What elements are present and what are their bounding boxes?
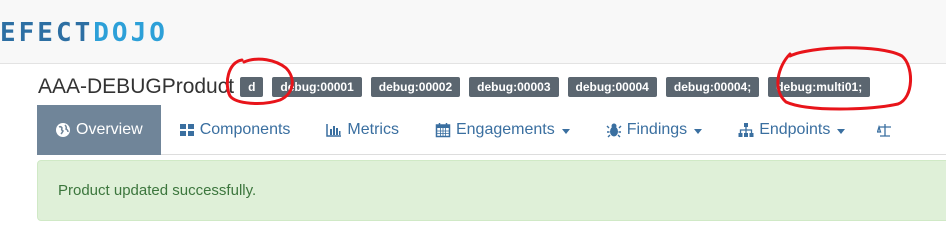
logo-text-part2: DOJO — [93, 18, 168, 48]
tab-endpoints[interactable]: Endpoints — [720, 105, 863, 155]
product-tag[interactable]: debug:00001 — [272, 77, 362, 97]
tab-label: Endpoints — [759, 121, 831, 138]
th-large-icon — [179, 122, 195, 138]
top-navbar: EFECT DOJO — [0, 0, 946, 64]
tab-components[interactable]: Components — [161, 105, 309, 155]
product-title-row: AAA-DEBUGProduct d debug:00001 debug:000… — [38, 72, 879, 102]
logo-text-part1: EFECT — [0, 18, 94, 48]
product-name: AAA-DEBUGProduct — [38, 75, 235, 98]
tab-label: Overview — [76, 121, 143, 138]
tab-findings[interactable]: Findings — [588, 105, 720, 155]
balance-scale-icon — [876, 122, 893, 138]
tab-overview[interactable]: Overview — [37, 105, 161, 155]
product-tag[interactable]: d — [240, 77, 264, 97]
bug-icon — [606, 122, 622, 138]
product-tag[interactable]: debug:multi01; — [768, 77, 871, 97]
product-tag[interactable]: debug:00003 — [469, 77, 559, 97]
chevron-down-icon — [561, 128, 570, 134]
bar-chart-icon — [326, 122, 342, 138]
calendar-icon — [435, 122, 451, 138]
tab-engagements[interactable]: Engagements — [417, 105, 588, 155]
tab-metrics[interactable]: Metrics — [308, 105, 417, 155]
success-alert: Product updated successfully. — [37, 160, 946, 221]
product-tag[interactable]: debug:00004 — [567, 77, 657, 97]
globe-icon — [55, 122, 71, 138]
page: EFECT DOJO AAA-DEBUGProduct d debug:00001… — [0, 0, 946, 242]
chevron-down-icon — [694, 128, 703, 134]
product-tag[interactable]: debug:00002 — [370, 77, 461, 97]
product-tag[interactable]: debug:00004; — [665, 77, 760, 97]
sitemap-icon — [738, 122, 754, 138]
chevron-down-icon — [837, 128, 846, 134]
tab-label: Components — [199, 121, 291, 138]
alert-message: Product updated successfully. — [58, 182, 257, 199]
tab-label: Findings — [626, 121, 688, 138]
tab-overflow[interactable] — [863, 105, 898, 155]
defectdojo-logo[interactable]: EFECT DOJO — [0, 18, 168, 48]
tab-label: Engagements — [455, 121, 555, 138]
tab-label: Metrics — [347, 121, 399, 138]
product-nav-tabs: Overview Components Metrics Engagements — [37, 105, 946, 155]
